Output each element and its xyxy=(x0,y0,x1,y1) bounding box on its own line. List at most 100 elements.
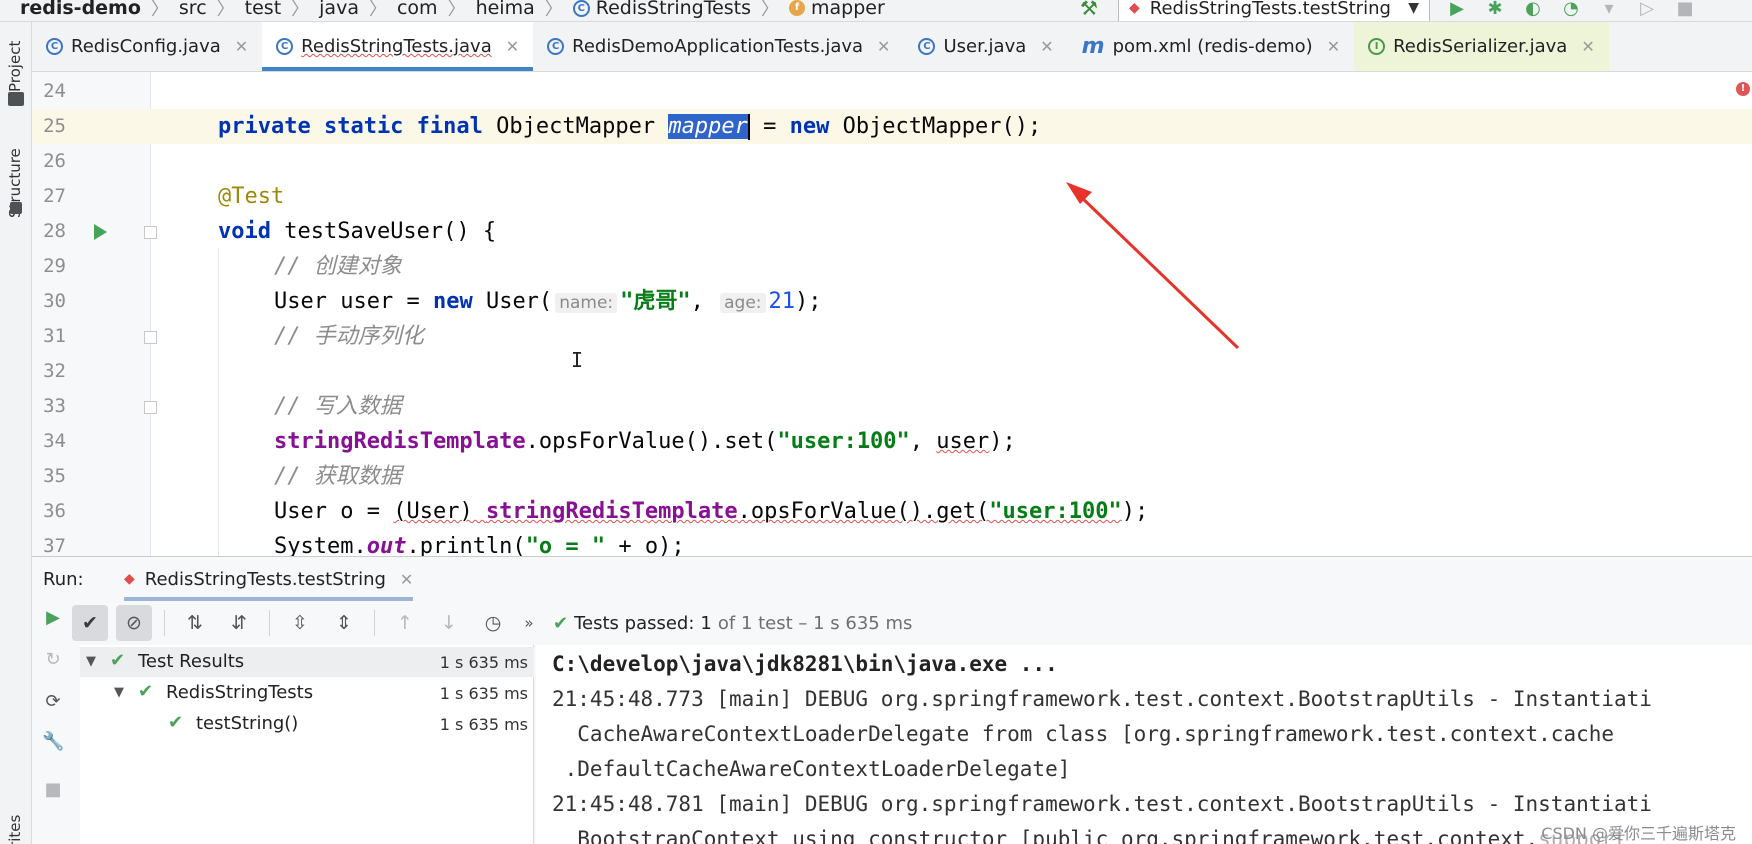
test-history-icon[interactable]: ◷ xyxy=(475,605,511,641)
code-token: .opsForValue().set( xyxy=(525,429,778,454)
code-text: User o = (User) stringRedisTemplate.opsF… xyxy=(274,494,1148,529)
code-token: User( xyxy=(472,289,553,314)
comment: // 写入数据 xyxy=(274,394,402,419)
comment: // 创建对象 xyxy=(274,254,402,279)
keyword: new xyxy=(789,114,830,139)
rerun-failed-icon[interactable]: ↻ xyxy=(42,649,64,671)
toggle-auto-test-icon[interactable]: ⟳ xyxy=(42,691,64,713)
class-icon: C xyxy=(918,38,936,55)
code-text: User user = new User(name: "虎哥", age: 21); xyxy=(274,284,822,321)
more-run-options-icon[interactable]: ▾ xyxy=(1598,0,1620,19)
tab-user[interactable]: C User.java ✕ xyxy=(904,22,1067,71)
breadcrumb-separator: 〉 xyxy=(761,0,780,20)
breadcrumb-label: com xyxy=(396,0,438,19)
field-reference: stringRedisTemplate xyxy=(274,429,526,454)
test-config-icon: ◆ xyxy=(1129,0,1140,16)
tab-label: User.java xyxy=(943,36,1027,57)
breadcrumb-item-test[interactable]: test xyxy=(245,0,282,19)
fold-icon[interactable] xyxy=(144,226,157,239)
debug-icon[interactable]: ✱ xyxy=(1484,0,1506,19)
run-test-gutter-icon[interactable] xyxy=(94,224,107,240)
annotation: @Test xyxy=(218,184,285,209)
rerun-icon[interactable]: ▷ xyxy=(1636,0,1658,19)
code-text: @Test xyxy=(218,179,284,214)
code-text: private static final ObjectMapper mapper… xyxy=(218,109,1041,144)
tab-redis-config[interactable]: C RedisConfig.java ✕ xyxy=(32,22,262,71)
show-ignored-icon[interactable]: ⊘ xyxy=(116,605,152,641)
show-passed-icon[interactable]: ✔ xyxy=(72,605,108,641)
run-tab-redis-string-tests[interactable]: ◆ RedisStringTests.testString ✕ xyxy=(110,557,427,601)
code-token: ObjectMapper xyxy=(482,114,669,139)
breadcrumb-label: src xyxy=(178,0,207,19)
close-icon[interactable]: ✕ xyxy=(235,37,248,56)
console-output[interactable]: C:\develop\java\jdk8281\bin\java.exe ...… xyxy=(536,645,1752,844)
run-configuration-label: RedisStringTests.testString xyxy=(1149,0,1391,19)
parameter-hint: age: xyxy=(720,293,766,313)
code-text: void testSaveUser() { xyxy=(218,214,496,249)
fold-icon[interactable] xyxy=(144,331,157,344)
code-line: 24 xyxy=(32,74,1752,109)
tab-redis-demo-application-tests[interactable]: C RedisDemoApplicationTests.java ✕ xyxy=(533,22,904,71)
favorites-tool-button[interactable]: vorites xyxy=(6,815,24,844)
build-hammer-icon[interactable]: ⚒ xyxy=(1080,0,1102,19)
code-token: testSaveUser() { xyxy=(270,219,497,244)
breadcrumb-item-java[interactable]: java xyxy=(319,0,359,19)
breadcrumb-label: heima xyxy=(475,0,535,19)
console-line: C:\develop\java\jdk8281\bin\java.exe ... xyxy=(552,652,1058,676)
fold-icon[interactable] xyxy=(144,401,157,414)
breadcrumb-item-project[interactable]: redis-demo xyxy=(20,0,141,19)
tree-label: testString() xyxy=(196,713,299,734)
line-number: 37 xyxy=(43,535,66,556)
line-number: 26 xyxy=(43,150,66,172)
chevron-down-icon[interactable]: ▼ xyxy=(86,654,96,669)
test-runner-toolbar: ✔ ⊘ ⇅ ⇵ ⇳ ⇕ ↑ ↓ ◷ » ✔ Tests passed: 1 of… xyxy=(72,601,1752,645)
more-icon[interactable]: » xyxy=(519,605,539,641)
breadcrumb-item-class[interactable]: C RedisStringTests xyxy=(572,0,751,19)
tree-row-redis-string-tests[interactable]: ▼ ✔ RedisStringTests 1 s 635 ms xyxy=(80,678,534,708)
close-icon[interactable]: ✕ xyxy=(1581,37,1594,56)
next-failed-test-icon[interactable]: ↓ xyxy=(431,605,467,641)
tree-row-test-string[interactable]: ✔ testString() 1 s 635 ms xyxy=(80,709,534,739)
close-icon[interactable]: ✕ xyxy=(1327,37,1340,56)
sort-alphabetically-icon[interactable]: ⇅ xyxy=(177,605,213,641)
keyword: void xyxy=(218,219,271,244)
static-field-reference: out xyxy=(366,534,407,556)
run-icon[interactable]: ▶ xyxy=(1446,0,1468,19)
breadcrumb-label: mapper xyxy=(811,0,885,19)
breadcrumb-item-src[interactable]: src xyxy=(179,0,207,19)
tab-redis-serializer[interactable]: I RedisSerializer.java ✕ xyxy=(1354,22,1609,71)
close-icon[interactable]: ✕ xyxy=(1040,37,1053,56)
close-icon[interactable]: ✕ xyxy=(506,37,519,56)
breadcrumb: redis-demo 〉 src 〉 test 〉 java 〉 com 〉 h… xyxy=(20,0,885,21)
test-results-tree: ▼ ✔ Test Results 1 s 635 ms ▼ ✔ RedisStr… xyxy=(80,645,534,844)
breadcrumb-item-com[interactable]: com xyxy=(397,0,438,19)
code-line: 36 User o = (User) stringRedisTemplate.o… xyxy=(32,494,1752,529)
rerun-icon[interactable]: ▶ xyxy=(42,607,64,629)
sort-by-duration-icon[interactable]: ⇵ xyxy=(221,605,257,641)
profile-icon[interactable]: ◔ xyxy=(1560,0,1582,19)
chevron-down-icon[interactable]: ▼ xyxy=(114,685,124,700)
run-configuration-select[interactable]: ◆ RedisStringTests.testString ▼ xyxy=(1118,0,1430,21)
code-token: ObjectMapper(); xyxy=(829,114,1042,139)
code-line: 28 void testSaveUser() { xyxy=(32,214,1752,249)
expand-all-icon[interactable]: ⇳ xyxy=(282,605,318,641)
previous-failed-test-icon[interactable]: ↑ xyxy=(387,605,423,641)
stop-icon[interactable]: ■ xyxy=(1674,0,1696,19)
close-icon[interactable]: ✕ xyxy=(877,37,890,56)
project-tool-button[interactable]: Project xyxy=(6,41,24,92)
coverage-icon[interactable]: ◐ xyxy=(1522,0,1544,19)
tab-pom-xml[interactable]: m pom.xml (redis-demo) ✕ xyxy=(1067,22,1355,71)
run-tool-window: Run: ◆ RedisStringTests.testString ✕ ▶ ↻… xyxy=(32,556,1752,844)
breadcrumb-item-field[interactable]: f mapper xyxy=(789,0,885,19)
breadcrumb-item-heima[interactable]: heima xyxy=(476,0,535,19)
code-editor[interactable]: ! 24 25 private static final ObjectMappe… xyxy=(32,72,1752,556)
stop-icon[interactable]: ■ xyxy=(42,779,64,801)
tab-label: RedisDemoApplicationTests.java xyxy=(572,36,864,57)
collapse-all-icon[interactable]: ⇕ xyxy=(326,605,362,641)
tree-row-test-results[interactable]: ▼ ✔ Test Results 1 s 635 ms xyxy=(80,647,534,677)
code-line: 33 // 写入数据 xyxy=(32,389,1752,424)
tab-redis-string-tests[interactable]: C RedisStringTests.java ✕ xyxy=(262,22,534,71)
close-icon[interactable]: ✕ xyxy=(400,570,413,589)
interface-icon: I xyxy=(1368,38,1386,55)
wrench-icon[interactable]: 🔧 xyxy=(42,731,64,753)
